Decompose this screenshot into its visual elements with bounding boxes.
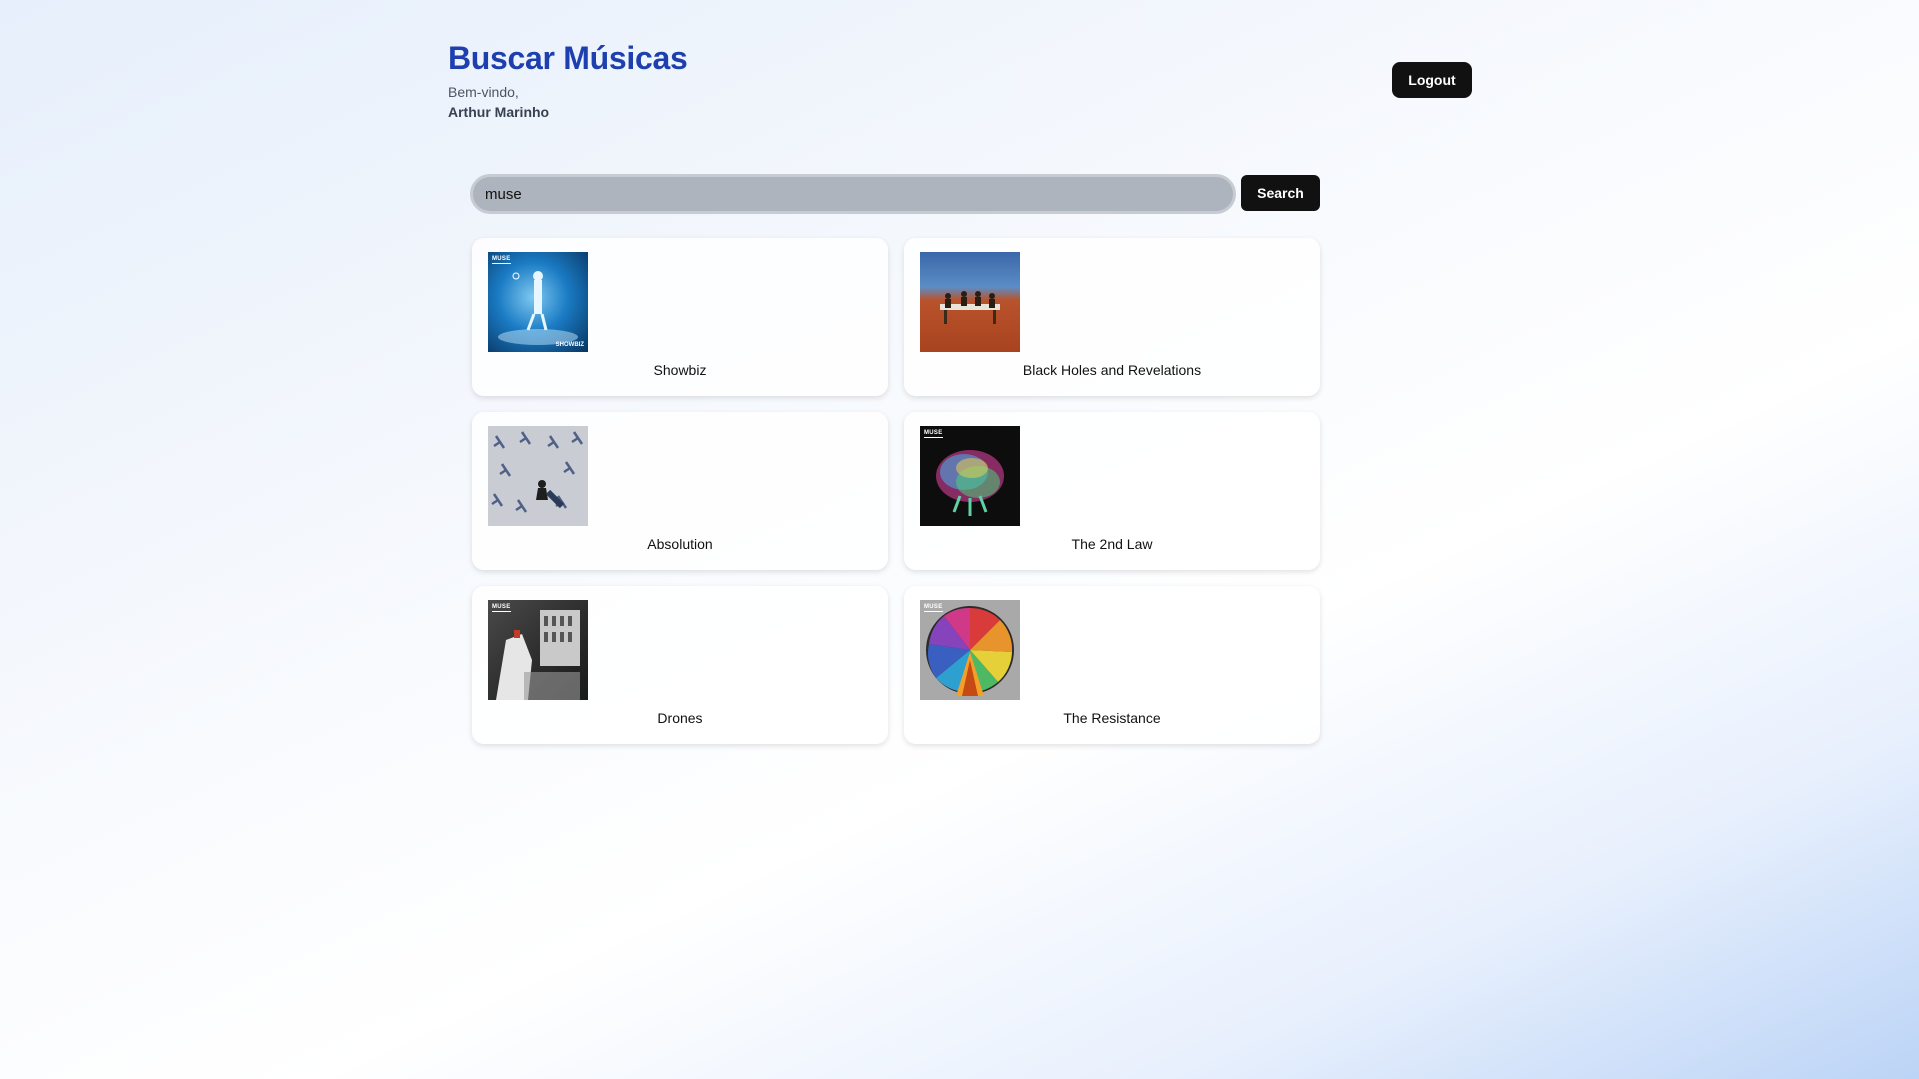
search-input[interactable] xyxy=(470,174,1236,214)
logout-button[interactable]: Logout xyxy=(1392,62,1472,98)
album-title: The Resistance xyxy=(1063,710,1161,726)
welcome-message: Bem-vindo, Arthur Marinho xyxy=(448,82,549,122)
album-card-drones[interactable]: MUSE Drones xyxy=(472,586,888,744)
album-cover-absolution xyxy=(488,426,588,526)
album-grid: MUSE SHOWBIZ Showbiz Black Holes and Rev… xyxy=(472,238,1320,744)
search-bar: Search xyxy=(470,174,1320,214)
album-logo-text: MUSE xyxy=(924,430,943,438)
album-cover-resistance: MUSE xyxy=(920,600,1020,700)
album-card-absolution[interactable]: Absolution xyxy=(472,412,888,570)
album-title: Black Holes and Revelations xyxy=(1022,362,1202,378)
album-cover-drones: MUSE xyxy=(488,600,588,700)
user-name: Arthur Marinho xyxy=(448,104,550,120)
album-card-resistance[interactable]: MUSE The Resistance xyxy=(904,586,1320,744)
album-card-black-holes[interactable]: Black Holes and Revelations xyxy=(904,238,1320,396)
album-logo-text: MUSE xyxy=(492,256,511,264)
album-logo-text: MUSE xyxy=(924,604,943,612)
page-header: Buscar Músicas Bem-vindo, Arthur Marinho… xyxy=(448,40,1472,130)
album-cover-text: SHOWBIZ xyxy=(555,342,584,348)
album-cover-black-holes xyxy=(920,252,1020,352)
page-title: Buscar Músicas xyxy=(448,40,688,76)
album-logo-text: MUSE xyxy=(492,604,511,612)
album-cover-showbiz: MUSE SHOWBIZ xyxy=(488,252,588,352)
album-title: The 2nd Law xyxy=(1071,536,1153,552)
album-title: Showbiz xyxy=(653,362,707,378)
welcome-label: Bem-vindo, xyxy=(448,84,519,100)
album-card-2nd-law[interactable]: MUSE The 2nd Law xyxy=(904,412,1320,570)
album-title: Absolution xyxy=(647,536,713,552)
album-cover-2nd-law: MUSE xyxy=(920,426,1020,526)
search-button[interactable]: Search xyxy=(1241,175,1320,211)
album-title: Drones xyxy=(657,710,703,726)
album-card-showbiz[interactable]: MUSE SHOWBIZ Showbiz xyxy=(472,238,888,396)
